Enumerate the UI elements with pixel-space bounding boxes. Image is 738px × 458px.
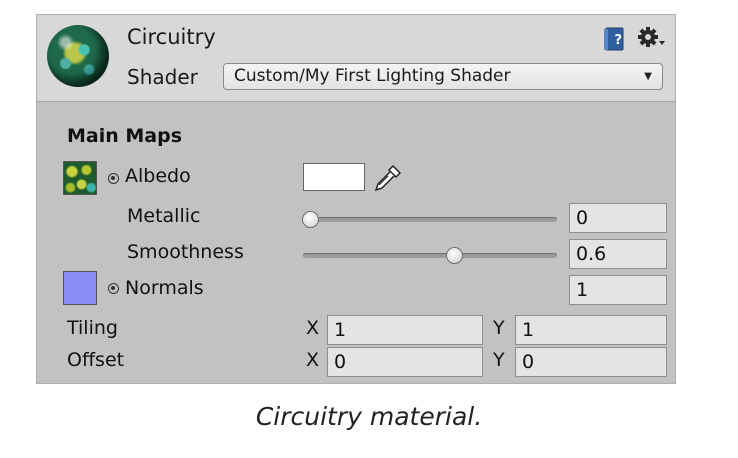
normals-scale-field[interactable]: 1 bbox=[569, 275, 667, 305]
metallic-slider[interactable] bbox=[303, 217, 557, 222]
material-inspector: Circuitry Shader Custom/My First Lightin… bbox=[36, 14, 676, 384]
material-preview-sphere bbox=[47, 25, 109, 87]
smoothness-slider-thumb[interactable] bbox=[446, 247, 463, 264]
offset-y-label: Y bbox=[493, 349, 505, 371]
page: Circuitry Shader Custom/My First Lightin… bbox=[0, 0, 738, 458]
help-book-icon[interactable]: ? bbox=[603, 27, 625, 51]
tiling-label: Tiling bbox=[67, 317, 118, 339]
smoothness-label: Smoothness bbox=[127, 241, 244, 263]
eyedropper-icon[interactable] bbox=[373, 163, 403, 193]
shader-label: Shader bbox=[127, 65, 198, 89]
offset-x-field[interactable]: 0 bbox=[327, 347, 483, 377]
metallic-label: Metallic bbox=[127, 205, 201, 227]
gear-icon[interactable] bbox=[637, 25, 667, 51]
offset-label: Offset bbox=[67, 349, 125, 371]
tiling-x-field[interactable]: 1 bbox=[327, 315, 483, 345]
dropdown-arrow-icon: ▼ bbox=[644, 71, 652, 82]
main-maps-heading: Main Maps bbox=[67, 125, 183, 147]
shader-dropdown[interactable]: Custom/My First Lighting Shader ▼ bbox=[223, 63, 663, 90]
albedo-label: Albedo bbox=[125, 165, 191, 187]
metallic-value-field[interactable]: 0 bbox=[569, 203, 667, 233]
material-title: Circuitry bbox=[127, 25, 216, 49]
metallic-slider-thumb[interactable] bbox=[302, 211, 319, 228]
tiling-x-label: X bbox=[306, 317, 320, 339]
figure-caption: Circuitry material. bbox=[255, 402, 483, 431]
normals-object-picker-icon[interactable] bbox=[108, 283, 119, 294]
smoothness-slider[interactable] bbox=[303, 253, 557, 258]
albedo-color-field[interactable] bbox=[303, 163, 365, 191]
albedo-texture-thumbnail[interactable] bbox=[63, 161, 97, 195]
svg-text:?: ? bbox=[615, 33, 623, 48]
normals-label: Normals bbox=[125, 277, 204, 299]
smoothness-value-field[interactable]: 0.6 bbox=[569, 239, 667, 269]
offset-y-field[interactable]: 0 bbox=[515, 347, 667, 377]
tiling-y-field[interactable]: 1 bbox=[515, 315, 667, 345]
offset-x-label: X bbox=[306, 349, 320, 371]
tiling-y-label: Y bbox=[493, 317, 505, 339]
albedo-object-picker-icon[interactable] bbox=[108, 173, 119, 184]
normals-texture-thumbnail[interactable] bbox=[63, 271, 97, 305]
shader-dropdown-value: Custom/My First Lighting Shader bbox=[234, 66, 511, 86]
inspector-header: Circuitry Shader Custom/My First Lightin… bbox=[37, 15, 675, 102]
